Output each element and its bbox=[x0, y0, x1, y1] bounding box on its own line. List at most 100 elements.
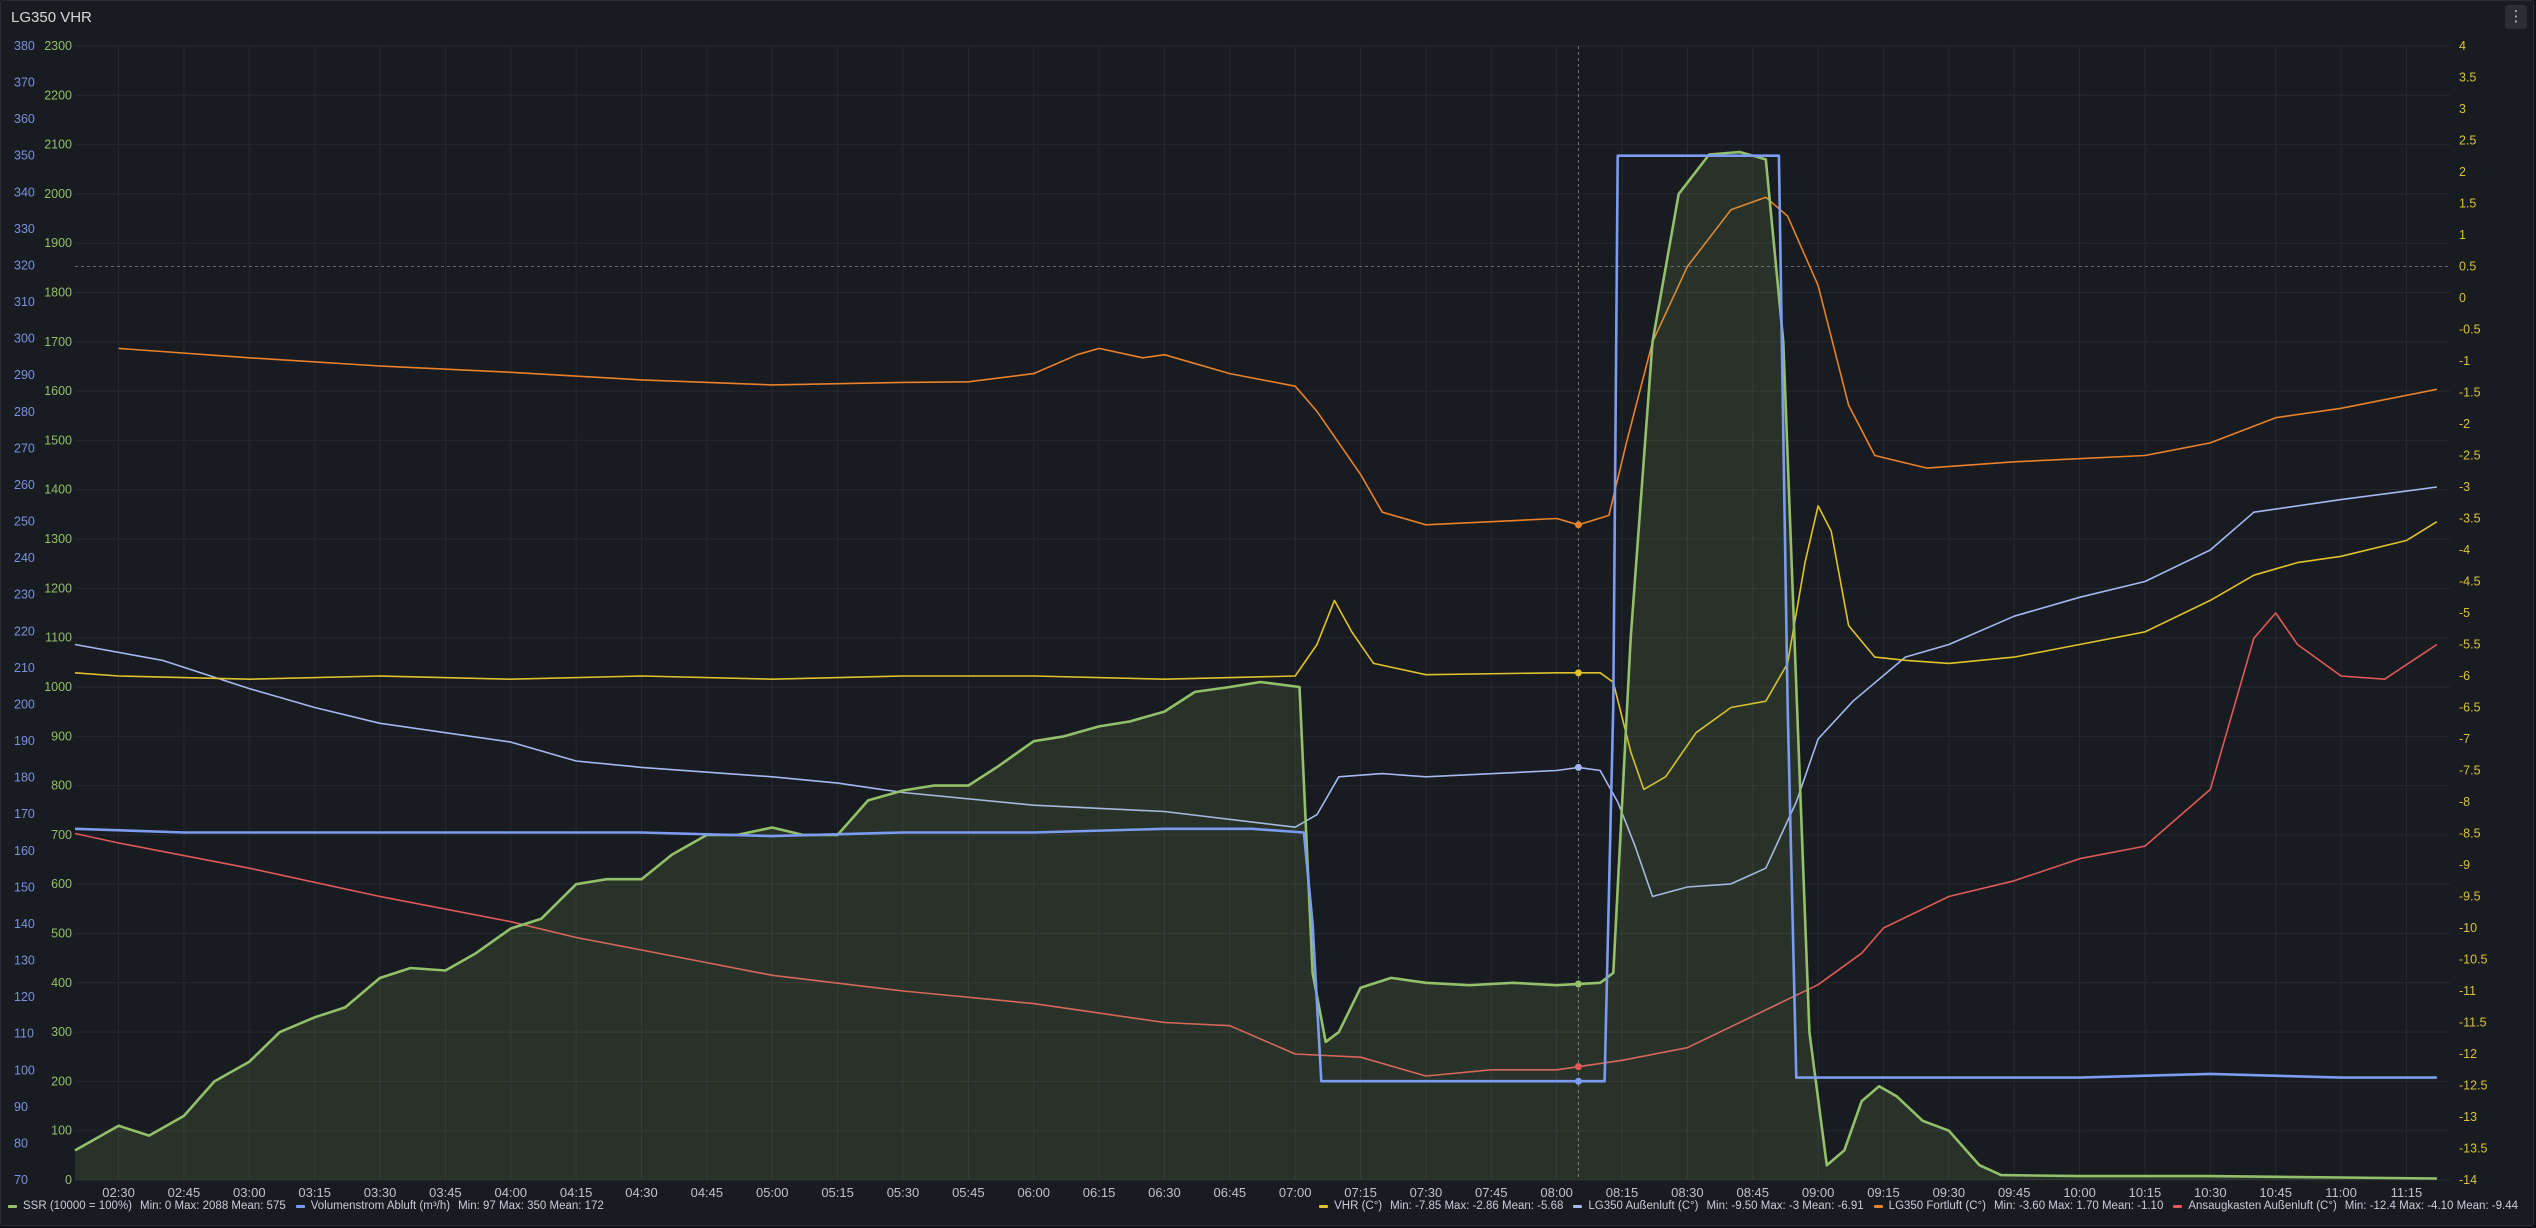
y-right-tick-label: -4.5 bbox=[2459, 575, 2481, 589]
y-left-outer-tick-label: 240 bbox=[14, 551, 35, 565]
legend-item[interactable]: Volumenstrom Abluft (m³/h) Min: 97 Max: 3… bbox=[295, 1200, 604, 1212]
y-left-outer-tick-label: 160 bbox=[14, 844, 35, 858]
y-right-tick-label: 1.5 bbox=[2459, 197, 2476, 211]
y-left-outer-tick-label: 140 bbox=[14, 917, 35, 931]
y-left-inner-tick-label: 2200 bbox=[44, 88, 72, 102]
legend-item[interactable]: Ansaugkasten Außenluft (C°) Min: -12.4 Ma… bbox=[2173, 1200, 2518, 1212]
y-left-inner-tick-label: 1500 bbox=[44, 433, 72, 447]
y-left-outer-tick-label: 100 bbox=[14, 1063, 35, 1077]
x-tick-label: 05:45 bbox=[952, 1185, 985, 1200]
hover-point-3 bbox=[1574, 763, 1582, 771]
y-right-tick-label: -8.5 bbox=[2459, 827, 2481, 841]
y-left-inner-tick-label: 900 bbox=[51, 729, 72, 743]
y-right-tick-label: -2 bbox=[2459, 417, 2470, 431]
y-left-outer-tick-label: 290 bbox=[14, 368, 35, 382]
x-tick-label: 09:30 bbox=[1933, 1185, 1966, 1200]
legend-item[interactable]: SSR (10000 = 100%) Min: 0 Max: 2088 Mean:… bbox=[8, 1200, 286, 1212]
x-tick-label: 06:00 bbox=[1017, 1185, 1050, 1200]
y-right-tick-label: -5 bbox=[2459, 606, 2470, 620]
x-tick-label: 06:45 bbox=[1214, 1185, 1247, 1200]
y-left-outer-tick-label: 110 bbox=[14, 1027, 34, 1041]
x-tick-label: 03:30 bbox=[364, 1185, 397, 1200]
legend-series-name: SSR (10000 = 100%) bbox=[23, 1200, 132, 1212]
y-left-outer-tick-label: 300 bbox=[14, 332, 35, 346]
y-left-inner-tick-label: 1600 bbox=[44, 384, 72, 398]
y-left-inner-tick-label: 800 bbox=[51, 779, 72, 793]
y-right-tick-label: -1.5 bbox=[2459, 386, 2481, 400]
x-tick-label: 03:15 bbox=[298, 1185, 331, 1200]
y-right-tick-label: -14 bbox=[2459, 1173, 2477, 1187]
x-tick-label: 10:30 bbox=[2194, 1185, 2227, 1200]
x-tick-label: 07:15 bbox=[1344, 1185, 1377, 1200]
y-left-outer-tick-label: 380 bbox=[14, 39, 35, 53]
y-left-outer-tick-label: 270 bbox=[14, 441, 35, 455]
y-left-inner-tick-label: 600 bbox=[51, 877, 72, 891]
legend-series-stats: Min: -9.50 Max: -3 Mean: -6.91 bbox=[1706, 1200, 1864, 1212]
time-series-chart: 02:30 02:45 03:00 03:15 03:30 03:45 04:00 04:15… bbox=[14, 39, 2488, 1200]
x-tick-label: 10:45 bbox=[2259, 1185, 2292, 1200]
y-right-tick-label: -7 bbox=[2459, 732, 2470, 746]
legend-item[interactable]: LG350 Außenluft (C°) Min: -9.50 Max: -3 M… bbox=[1573, 1200, 1864, 1212]
y-right-tick-label: 2 bbox=[2459, 165, 2466, 179]
y-left-outer-tick-label: 310 bbox=[14, 295, 35, 309]
x-tick-label: 02:30 bbox=[102, 1185, 135, 1200]
x-tick-label: 05:30 bbox=[887, 1185, 920, 1200]
legend-swatch bbox=[295, 1204, 305, 1208]
y-right-tick-label: -13 bbox=[2459, 1110, 2477, 1124]
y-left-outer-tick-label: 360 bbox=[14, 112, 35, 126]
x-tick-label: 09:00 bbox=[1802, 1185, 1835, 1200]
x-tick-label: 03:45 bbox=[429, 1185, 462, 1200]
x-tick-label: 04:45 bbox=[691, 1185, 724, 1200]
y-left-outer-tick-label: 200 bbox=[14, 697, 35, 711]
legend-item[interactable]: LG350 Fortluft (C°) Min: -3.60 Max: 1.70 … bbox=[1873, 1200, 2163, 1212]
x-tick-label: 07:30 bbox=[1410, 1185, 1443, 1200]
y-left-inner-tick-label: 1800 bbox=[44, 286, 72, 300]
x-tick-label: 08:15 bbox=[1606, 1185, 1639, 1200]
y-right-tick-label: 2.5 bbox=[2459, 134, 2476, 148]
y-right-tick-label: 1 bbox=[2459, 228, 2466, 242]
y-left-outer-tick-label: 190 bbox=[14, 734, 35, 748]
hover-point-4 bbox=[1574, 521, 1582, 529]
y-right-tick-label: -8 bbox=[2459, 795, 2470, 809]
y-left-inner-tick-label: 0 bbox=[65, 1173, 72, 1187]
x-tick-label: 08:45 bbox=[1736, 1185, 1769, 1200]
series-line-4 bbox=[118, 196, 2438, 526]
y-right-tick-label: -6 bbox=[2459, 669, 2470, 683]
y-left-inner-tick-label: 1000 bbox=[44, 680, 72, 694]
legend-right: VHR (C°) Min: -7.85 Max: -2.86 Mean: -5.6… bbox=[1319, 1200, 2528, 1212]
y-right-tick-label: -4 bbox=[2459, 543, 2470, 557]
y-right-tick-label: 4 bbox=[2459, 39, 2466, 53]
x-tick-label: 04:15 bbox=[560, 1185, 593, 1200]
y-left-inner-tick-label: 1200 bbox=[44, 581, 72, 595]
legend-series-name: LG350 Fortluft (C°) bbox=[1888, 1200, 1986, 1212]
y-right-tick-label: -9.5 bbox=[2459, 890, 2481, 904]
y-right-tick-label: -13.5 bbox=[2459, 1142, 2488, 1156]
y-left-outer-tick-label: 210 bbox=[14, 661, 35, 675]
legend-swatch bbox=[1573, 1204, 1583, 1208]
y-right-tick-label: 3 bbox=[2459, 102, 2466, 116]
legend-series-stats: Min: -7.85 Max: -2.86 Mean: -5.68 bbox=[1390, 1200, 1564, 1212]
y-left-outer-tick-label: 80 bbox=[14, 1136, 28, 1150]
y-left-outer-tick-label: 370 bbox=[14, 76, 35, 90]
y-right-tick-label: 0 bbox=[2459, 291, 2466, 305]
y-left-outer-tick-label: 70 bbox=[14, 1173, 28, 1187]
y-left-inner-tick-label: 1100 bbox=[45, 631, 72, 645]
y-left-inner-tick-label: 2300 bbox=[44, 39, 72, 53]
x-tick-label: 04:30 bbox=[625, 1185, 658, 1200]
y-right-tick-label: -1 bbox=[2459, 354, 2470, 368]
x-tick-label: 02:45 bbox=[168, 1185, 201, 1200]
y-left-inner-tick-label: 1700 bbox=[44, 335, 72, 349]
legend-swatch bbox=[2173, 1204, 2183, 1208]
y-right-tick-label: -12 bbox=[2459, 1047, 2477, 1061]
legend-item[interactable]: VHR (C°) Min: -7.85 Max: -2.86 Mean: -5.6… bbox=[1319, 1200, 1563, 1212]
x-tick-label: 06:15 bbox=[1083, 1185, 1116, 1200]
x-tick-label: 09:15 bbox=[1867, 1185, 1900, 1200]
legend-swatch bbox=[1319, 1204, 1329, 1208]
x-tick-label: 09:45 bbox=[1998, 1185, 2031, 1200]
legend-series-stats: Min: -12.4 Max: -4.10 Mean: -9.44 bbox=[2344, 1200, 2518, 1212]
y-right-tick-label: 3.5 bbox=[2459, 71, 2476, 85]
y-left-inner-tick-label: 2000 bbox=[44, 187, 72, 201]
hover-point-0 bbox=[1574, 980, 1582, 988]
y-left-inner-tick-label: 500 bbox=[51, 926, 72, 940]
hover-point-1 bbox=[1574, 1077, 1582, 1085]
